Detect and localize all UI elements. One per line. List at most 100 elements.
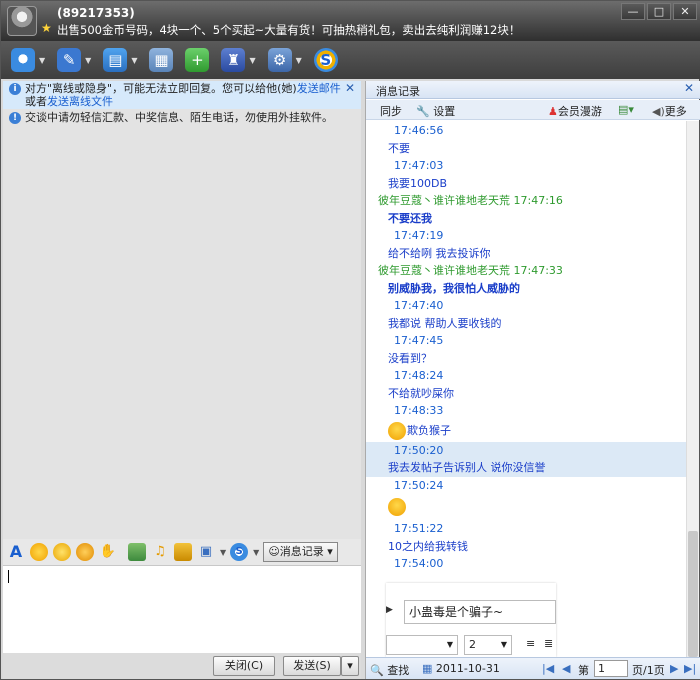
shield-icon: ! (9, 112, 21, 124)
shake-icon[interactable] (76, 543, 94, 561)
history-title: 消息记录 (376, 85, 420, 98)
message-timestamp: 17:47:03 (366, 157, 686, 175)
window-controls: — □ ✕ (619, 3, 697, 20)
settings-icon[interactable]: ⚙ (267, 48, 292, 72)
text-caret (8, 570, 9, 583)
chevron-down-icon[interactable]: ▼ (249, 56, 255, 65)
calendar-icon: ▦ (422, 662, 433, 675)
message-content: 给不给咧 我去投诉你 (388, 246, 491, 260)
maximize-button[interactable]: □ (647, 3, 671, 20)
message-text: 我要100DB (366, 175, 686, 193)
offline-notice: i 对方"离线或隐身"，可能无法立即回复。您可以给他(她)发送邮件或者发送离线文… (3, 81, 361, 109)
money-icon[interactable]: S (313, 48, 338, 72)
picture-icon[interactable] (128, 543, 146, 561)
next-page-button[interactable]: ▶ (670, 662, 678, 675)
message-content: 17:48:24 (394, 369, 444, 382)
send-email-link[interactable]: 发送邮件 (297, 82, 341, 95)
message-input[interactable] (3, 565, 361, 653)
font-select[interactable]: ▼ (386, 635, 458, 655)
align-center-icon[interactable]: ≣ (544, 637, 553, 650)
message-history-label: 消息记录 (279, 545, 324, 558)
chevron-down-icon[interactable]: ▼ (220, 548, 226, 557)
search-popup: ▶ 小蛊毒是个骗子~ ▼ 2 ▼ ≡ ≣ (386, 583, 556, 657)
close-icon[interactable]: ✕ (345, 82, 355, 95)
more-button[interactable]: ◀)更多 (652, 103, 687, 119)
chevron-down-icon[interactable]: ▼ (85, 56, 91, 65)
message-content: 17:50:20 (394, 443, 444, 457)
sync-button[interactable]: 同步 (380, 103, 402, 119)
chevron-down-icon[interactable]: ▼ (296, 56, 302, 65)
star-icon: ★ (41, 21, 52, 35)
page-number-input[interactable]: 1 (594, 660, 628, 677)
message-text: 别威胁我，我很怕人威胁的 (366, 280, 686, 298)
send-button[interactable]: 发送(S) (283, 656, 341, 676)
screenshot-icon[interactable]: ▦ (149, 48, 174, 72)
chevron-down-icon[interactable]: ▼ (253, 548, 259, 557)
music-icon[interactable]: ♫ (151, 543, 169, 561)
message-text: 我都说 帮助人要收钱的 (366, 315, 686, 333)
history-footer: 🔍 查找 ▦ 2011-10-31 |◀ ◀ 第 1 页/1页 ▶ ▶| (366, 657, 700, 679)
close-button[interactable]: 关闭(C) (213, 656, 275, 676)
send-file-icon[interactable]: ▤ (103, 48, 128, 72)
emoticon-icon[interactable] (30, 543, 48, 561)
prev-page-button[interactable]: ◀ (562, 662, 570, 675)
history-settings-button[interactable]: 🔧 设置 (416, 103, 455, 119)
message-content: 我要100DB (388, 176, 448, 190)
app-icon[interactable]: ♜ (221, 48, 246, 72)
speaker-icon: ◀) (652, 105, 665, 118)
message-content: 17:54:00 (394, 557, 444, 570)
voice-message-icon[interactable]: ✋ (99, 543, 117, 561)
vip-roaming-button[interactable]: ♟会员漫游 (548, 103, 602, 119)
send-options-button[interactable]: ▾ (341, 656, 359, 676)
search-button[interactable]: 🔍 查找 (370, 662, 409, 678)
search-icon: 🔍 (370, 664, 384, 677)
message-text: 不给就吵屎你 (366, 385, 686, 403)
message-timestamp: 17:46:56 (366, 122, 686, 140)
close-window-button[interactable]: ✕ (673, 3, 697, 20)
vip-label: 会员漫游 (557, 105, 602, 118)
message-text: 给不给咧 我去投诉你 (366, 245, 686, 263)
message-timestamp: 17:48:24 (366, 367, 686, 385)
date-picker[interactable]: ▦ 2011-10-31 (422, 662, 500, 675)
minimize-button[interactable]: — (621, 3, 645, 20)
font-icon[interactable]: A (7, 543, 25, 561)
security-tip-text: 交谈中请勿轻信汇款、中奖信息、陌生电话，勿使用外挂软件。 (25, 111, 333, 124)
size-select-value: 2 (469, 638, 476, 651)
last-page-button[interactable]: ▶| (684, 662, 696, 675)
message-content: 17:47:03 (394, 159, 444, 172)
chevron-down-icon[interactable]: ▼ (39, 56, 45, 65)
message-content: 彼年豆蔻丶谁许谁地老天荒 17:47:16 (378, 194, 563, 207)
message-content: 17:51:22 (394, 522, 444, 535)
gift-icon[interactable] (174, 543, 192, 561)
payment-icon[interactable]: S (230, 543, 249, 561)
wrench-icon: 🔧 (416, 105, 430, 118)
search-field[interactable]: 小蛊毒是个骗子~ (404, 600, 556, 624)
size-select[interactable]: 2 ▼ (464, 635, 512, 655)
chevron-down-icon[interactable]: ▼ (131, 56, 137, 65)
message-sender: 彼年豆蔻丶谁许谁地老天荒 17:47:33 (366, 262, 686, 280)
title-bar[interactable]: ★ (89217353) 出售500金币号码，4块一个、5个买起~大量有货！可抽… (1, 1, 700, 41)
magic-emoticon-icon[interactable] (53, 543, 71, 561)
voice-call-icon[interactable]: ✎ (57, 48, 82, 72)
history-toolbar: 同步 🔧 设置 ♟会员漫游 ▤▾ ◀)更多 (366, 100, 700, 120)
message-history-button[interactable]: ☺消息记录 ▾ (263, 542, 338, 562)
create-group-icon[interactable]: + (185, 48, 210, 72)
send-offline-file-link[interactable]: 发送离线文件 (47, 95, 113, 108)
chevron-right-icon[interactable]: ▶ (386, 605, 393, 615)
message-text: 不要还我 (366, 210, 686, 228)
export-icon[interactable]: ▤▾ (618, 103, 634, 116)
first-page-button[interactable]: |◀ (542, 662, 554, 675)
page-suffix: 页/1页 (632, 664, 665, 677)
screen-capture-icon[interactable]: ▣ (197, 543, 215, 561)
message-timestamp: 17:47:40 (366, 297, 686, 315)
avatar[interactable] (7, 6, 37, 36)
message-list[interactable]: 17:46:56 不要 17:47:03 我要100DB 彼年豆蔻丶谁许谁地老天荒 17… (366, 121, 686, 577)
notice-text: 对方"离线或隐身"，可能无法立即回复。您可以给他(她) (25, 82, 297, 95)
history-scrollbar[interactable] (686, 121, 699, 657)
align-left-icon[interactable]: ≡ (526, 637, 535, 650)
video-call-icon[interactable] (11, 48, 35, 72)
scroll-thumb[interactable] (688, 531, 698, 657)
message-content: 欺负猴子 (407, 423, 451, 437)
chat-window: ★ (89217353) 出售500金币号码，4块一个、5个买起~大量有货！可抽… (0, 0, 700, 680)
close-icon[interactable]: ✕ (684, 81, 694, 95)
